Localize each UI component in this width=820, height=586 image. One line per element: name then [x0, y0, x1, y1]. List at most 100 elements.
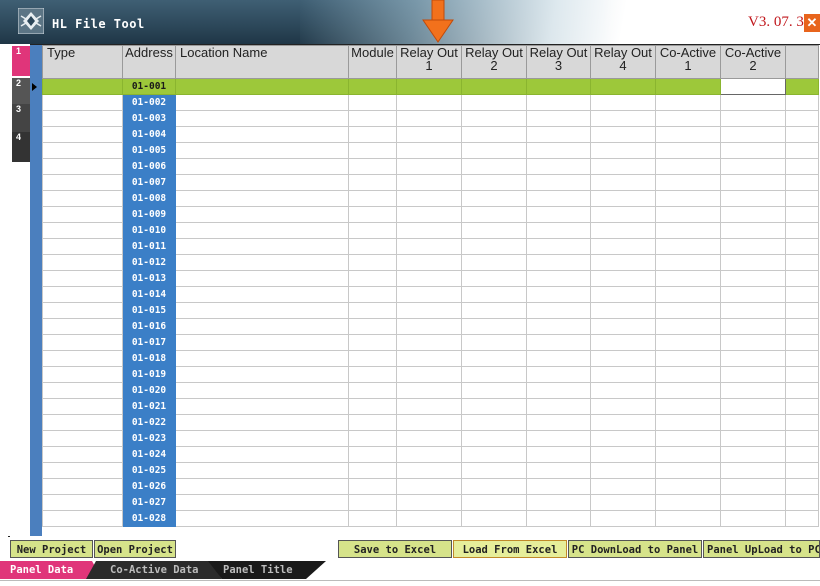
grid-cell[interactable] — [175, 222, 349, 239]
grid-cell[interactable] — [590, 462, 656, 479]
grid-cell[interactable] — [785, 142, 819, 159]
grid-cell[interactable] — [396, 142, 462, 159]
address-cell[interactable]: 01-020 — [122, 382, 176, 399]
grid-cell[interactable] — [785, 462, 819, 479]
grid-cell[interactable] — [348, 254, 397, 271]
grid-cell[interactable] — [655, 78, 721, 95]
grid-cell[interactable] — [590, 366, 656, 383]
grid-cell[interactable] — [526, 366, 591, 383]
grid-cell[interactable] — [720, 350, 786, 367]
grid-cell[interactable] — [461, 446, 527, 463]
grid-cell[interactable] — [590, 382, 656, 399]
grid-cell[interactable] — [526, 510, 591, 527]
grid-cell[interactable] — [42, 334, 123, 351]
grid-cell[interactable] — [461, 254, 527, 271]
address-cell[interactable]: 01-007 — [122, 174, 176, 191]
grid-cell[interactable] — [655, 334, 721, 351]
grid-cell[interactable] — [42, 254, 123, 271]
grid-cell[interactable] — [720, 94, 786, 111]
table-row[interactable]: 01-019 — [42, 366, 819, 383]
grid-cell[interactable] — [785, 398, 819, 415]
grid-cell[interactable] — [526, 222, 591, 239]
grid-cell[interactable] — [655, 174, 721, 191]
grid-cell[interactable] — [655, 94, 721, 111]
grid-cell[interactable] — [42, 126, 123, 143]
grid-cell[interactable] — [42, 206, 123, 223]
table-row[interactable]: 01-015 — [42, 302, 819, 319]
address-cell[interactable]: 01-019 — [122, 366, 176, 383]
grid-cell[interactable] — [461, 494, 527, 511]
grid-cell[interactable] — [590, 94, 656, 111]
grid-cell[interactable] — [42, 190, 123, 207]
grid-cell[interactable] — [785, 174, 819, 191]
grid-cell[interactable] — [396, 270, 462, 287]
grid-cell[interactable] — [655, 462, 721, 479]
grid-cell[interactable] — [42, 270, 123, 287]
tab-panel-title[interactable]: Panel Title — [213, 561, 313, 579]
column-header-relay-out-2[interactable]: Relay Out 2 — [461, 45, 527, 79]
grid-cell[interactable] — [590, 350, 656, 367]
address-cell[interactable]: 01-021 — [122, 398, 176, 415]
side-tab-4[interactable]: 4 — [12, 132, 30, 162]
grid-cell[interactable] — [42, 302, 123, 319]
grid-cell[interactable] — [175, 494, 349, 511]
grid-cell[interactable] — [396, 190, 462, 207]
grid-cell[interactable] — [175, 302, 349, 319]
grid-cell[interactable] — [175, 286, 349, 303]
grid-cell[interactable] — [590, 254, 656, 271]
grid-cell[interactable] — [42, 350, 123, 367]
grid-cell[interactable] — [42, 382, 123, 399]
grid-cell[interactable] — [590, 398, 656, 415]
address-cell[interactable]: 01-023 — [122, 430, 176, 447]
grid-cell[interactable] — [720, 334, 786, 351]
table-row[interactable]: 01-012 — [42, 254, 819, 271]
grid-cell[interactable] — [42, 142, 123, 159]
grid-cell[interactable] — [655, 110, 721, 127]
grid-cell[interactable] — [526, 110, 591, 127]
grid-cell[interactable] — [461, 94, 527, 111]
address-cell[interactable]: 01-027 — [122, 494, 176, 511]
grid-cell[interactable] — [461, 238, 527, 255]
grid-cell[interactable] — [720, 494, 786, 511]
grid-cell[interactable] — [461, 318, 527, 335]
grid-cell[interactable] — [461, 430, 527, 447]
grid-cell[interactable] — [396, 446, 462, 463]
grid-cell[interactable] — [526, 206, 591, 223]
grid-cell[interactable] — [655, 206, 721, 223]
grid-cell[interactable] — [590, 126, 656, 143]
grid-cell[interactable] — [348, 78, 397, 95]
grid-cell[interactable] — [785, 286, 819, 303]
table-row[interactable]: 01-023 — [42, 430, 819, 447]
grid-cell[interactable] — [42, 398, 123, 415]
grid-cell[interactable] — [526, 350, 591, 367]
grid-cell[interactable] — [396, 110, 462, 127]
column-header-address[interactable]: Address — [122, 45, 176, 79]
grid-cell[interactable] — [590, 158, 656, 175]
address-cell[interactable]: 01-022 — [122, 414, 176, 431]
grid-cell[interactable] — [720, 318, 786, 335]
address-cell[interactable]: 01-008 — [122, 190, 176, 207]
table-row[interactable]: 01-022 — [42, 414, 819, 431]
grid-cell[interactable] — [720, 446, 786, 463]
address-cell[interactable]: 01-005 — [122, 142, 176, 159]
address-cell[interactable]: 01-004 — [122, 126, 176, 143]
load-from-excel-button[interactable]: Load From Excel — [453, 540, 567, 558]
grid-cell[interactable] — [655, 398, 721, 415]
grid-cell[interactable] — [720, 462, 786, 479]
grid-cell[interactable] — [720, 158, 786, 175]
grid-cell[interactable] — [655, 414, 721, 431]
column-header-co-active-2[interactable]: Co-Active 2 — [720, 45, 786, 79]
grid-cell[interactable] — [175, 174, 349, 191]
grid-cell[interactable] — [720, 174, 786, 191]
grid-cell[interactable] — [175, 430, 349, 447]
grid-cell[interactable] — [720, 126, 786, 143]
grid-cell[interactable] — [720, 510, 786, 527]
grid-cell[interactable] — [590, 78, 656, 95]
grid-cell[interactable] — [396, 286, 462, 303]
table-row[interactable]: 01-024 — [42, 446, 819, 463]
grid-cell[interactable] — [720, 286, 786, 303]
grid-cell[interactable] — [720, 254, 786, 271]
grid-cell[interactable] — [175, 446, 349, 463]
grid-cell[interactable] — [655, 254, 721, 271]
grid-cell[interactable] — [785, 494, 819, 511]
